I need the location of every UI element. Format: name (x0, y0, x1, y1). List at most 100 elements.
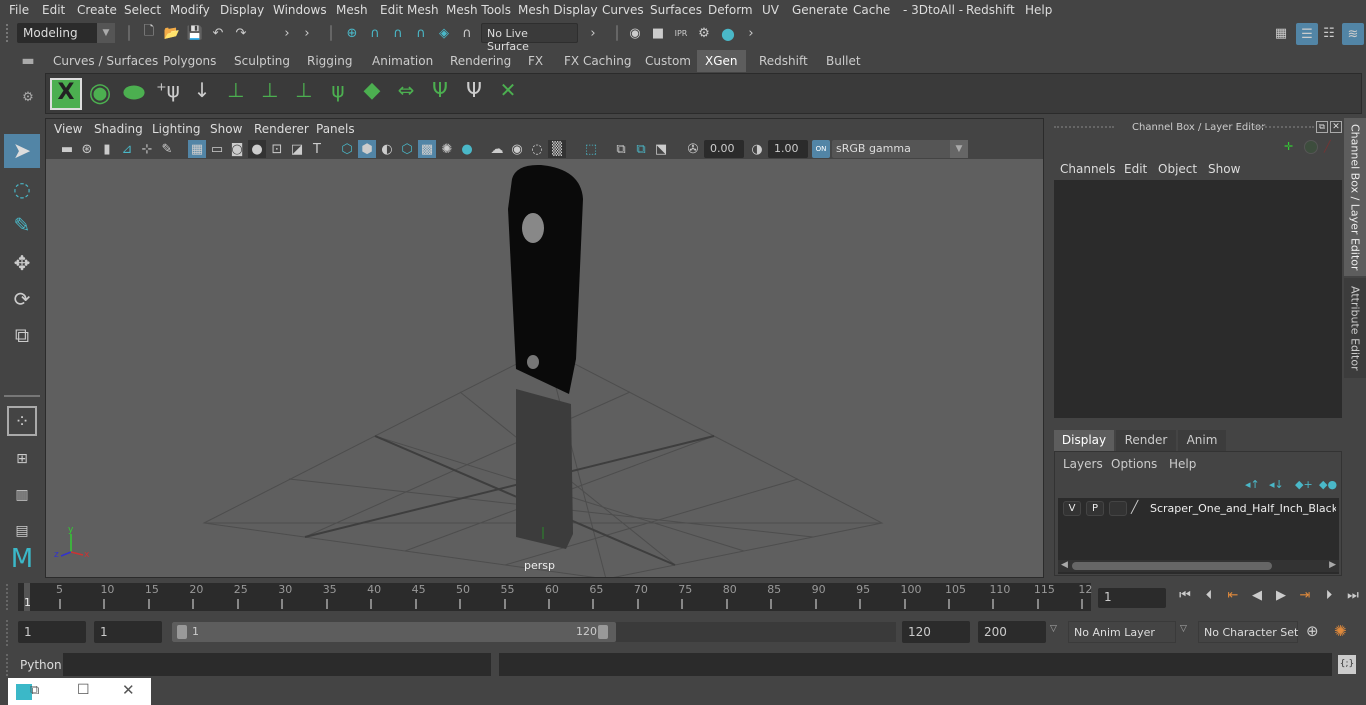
select-tool-icon[interactable]: ➤ (4, 134, 40, 168)
drag-handle[interactable] (6, 584, 9, 610)
move-layer-up-icon[interactable]: ◂↑ (1245, 478, 1260, 491)
camera-attributes-icon[interactable]: ⊛ (78, 140, 96, 158)
depth-of-field-icon[interactable]: ▒ (548, 140, 566, 158)
character-set-dropdown-arrow-icon[interactable]: ▽ (1180, 624, 1187, 634)
le-menu-layers[interactable]: Layers (1063, 457, 1103, 471)
bookmark-icon[interactable]: ▮ (98, 140, 116, 158)
character-set-dropdown[interactable]: No Character Set (1198, 621, 1298, 643)
save-scene-icon[interactable]: 💾 (186, 24, 204, 42)
scroll-right-icon[interactable]: ▶ (1329, 560, 1336, 570)
layer-tab-display[interactable]: Display (1054, 430, 1114, 451)
snap-surface-icon[interactable]: ◈ (435, 24, 453, 42)
layer-visibility-toggle[interactable]: V (1063, 501, 1081, 516)
shelf-settings-gear-icon[interactable]: ⚙ (18, 90, 38, 106)
close-panel-icon[interactable]: ✕ (1330, 121, 1342, 133)
animation-start-field[interactable]: 1 (18, 621, 86, 643)
menu-cache[interactable]: Cache (853, 3, 890, 17)
xgen-add-guide-icon[interactable]: ⁺ψ (152, 78, 184, 110)
render-frame-icon[interactable]: ■ (649, 24, 667, 42)
play-backwards-icon[interactable]: ◀ (1246, 588, 1268, 608)
move-layer-down-icon[interactable]: ◂↓ (1269, 478, 1284, 491)
shelf-tab-rendering[interactable]: Rendering (442, 50, 519, 72)
four-view-layout-icon[interactable]: ⊞ (4, 442, 40, 476)
use-all-lights-icon[interactable]: ✺ (438, 140, 456, 158)
screen-space-ao-icon[interactable]: ☁ (488, 140, 506, 158)
safe-title-icon[interactable]: T (308, 140, 326, 158)
xgen-bound-icon[interactable]: Ψ (458, 78, 490, 110)
use-default-material-icon[interactable]: ◐ (378, 140, 396, 158)
anim-layer-dropdown-arrow-icon[interactable]: ▽ (1050, 624, 1057, 634)
gamma-field[interactable]: 1.00 (768, 140, 808, 158)
hyper-icon[interactable]: ╱ (1324, 140, 1338, 154)
channel-box-toggle-icon[interactable]: ≋ (1342, 23, 1364, 45)
tool-settings-icon[interactable]: ☷ (1320, 24, 1338, 42)
xgen-hide-preview-icon[interactable]: ⬬ (118, 78, 150, 110)
cb-menu-edit[interactable]: Edit (1124, 162, 1147, 176)
go-to-end-icon[interactable]: ⏭ (1342, 588, 1364, 608)
menu-help[interactable]: Help (1025, 3, 1052, 17)
menu-mesh-display[interactable]: Mesh Display (518, 3, 598, 17)
play-forwards-icon[interactable]: ▶ (1270, 588, 1292, 608)
cb-menu-show[interactable]: Show (1208, 162, 1240, 176)
layer-tab-anim[interactable]: Anim (1178, 430, 1226, 451)
le-menu-options[interactable]: Options (1111, 457, 1157, 471)
vp-menu-show[interactable]: Show (210, 122, 242, 136)
float-panel-icon[interactable]: ⧉ (1316, 121, 1328, 133)
step-forward-frame-icon[interactable]: ⏵ (1318, 588, 1340, 608)
grid-icon[interactable]: ▦ (188, 140, 206, 158)
2d-pan-zoom-icon[interactable]: ⊹ (138, 140, 156, 158)
animation-preferences-icon[interactable]: ✺ (1334, 622, 1354, 642)
textured-icon[interactable]: ▩ (418, 140, 436, 158)
film-gate-icon[interactable]: ▭ (208, 140, 226, 158)
snap-curve-icon[interactable]: ∩ (366, 24, 384, 42)
layer-name[interactable]: Scraper_One_and_Half_Inch_Black_Ha (1150, 502, 1336, 515)
color-management-toggle[interactable]: ON (812, 140, 830, 158)
exposure-field[interactable]: 0.00 (704, 140, 744, 158)
menu-uv[interactable]: UV (762, 3, 779, 17)
lasso-select-icon[interactable]: ◌ (4, 172, 40, 206)
speed-icon[interactable] (1304, 140, 1318, 154)
shelf-tab-redshift[interactable]: Redshift (751, 50, 816, 72)
collapse-arrow-icon[interactable]: › (278, 24, 296, 42)
xgen-place-guide-icon[interactable]: ↓ (186, 78, 218, 110)
menu-deform[interactable]: Deform (708, 3, 753, 17)
xgen-flip-guides-icon[interactable]: ⇔ (390, 78, 422, 110)
collapse-arrow-icon[interactable]: › (742, 24, 760, 42)
xgen-delete-guides-icon[interactable]: ✕ (492, 78, 524, 110)
shelf-menu-icon[interactable]: ▬ (18, 54, 38, 68)
layer-row[interactable]: V P ╱ Scraper_One_and_Half_Inch_Black_Ha (1058, 500, 1339, 518)
shelf-tab-curves-surfaces[interactable]: Curves / Surfaces (45, 50, 166, 72)
menu-select[interactable]: Select (124, 3, 161, 17)
layer-color-swatch-icon[interactable]: ╱ (1131, 500, 1145, 517)
ipr-render-icon[interactable]: IPR (672, 24, 690, 42)
menu-modify[interactable]: Modify (170, 3, 210, 17)
step-forward-key-icon[interactable]: ⇥ (1294, 588, 1316, 608)
xgen-editor-icon[interactable]: X (50, 78, 82, 110)
menu-generate[interactable]: Generate (792, 3, 848, 17)
range-slider[interactable]: 1 120 (172, 622, 616, 642)
render-view-icon[interactable]: ◉ (626, 24, 644, 42)
xgen-show-guides-icon[interactable]: ⊥ (254, 78, 286, 110)
shelf-tab-rigging[interactable]: Rigging (299, 50, 360, 72)
xgen-guides-icon[interactable]: ψ (322, 78, 354, 110)
vp-menu-panels[interactable]: Panels (316, 122, 355, 136)
single-perspective-layout-icon[interactable]: ⁘ (7, 406, 37, 436)
menu-surfaces[interactable]: Surfaces (650, 3, 702, 17)
drag-handle[interactable] (6, 24, 9, 42)
auto-key-icon[interactable]: ⊕ (1306, 622, 1326, 642)
anim-layer-dropdown[interactable]: No Anim Layer (1068, 621, 1176, 643)
collapse-arrow-icon[interactable]: › (584, 24, 602, 42)
time-slider[interactable]: 1 5 10 15 20 25 30 35 40 45 50 55 60 65 70 75 80 85 90 95 1… (18, 583, 1092, 611)
shelf-tab-fx-caching[interactable]: FX Caching (556, 50, 639, 72)
new-layer-from-selected-icon[interactable]: ◆● (1319, 478, 1337, 491)
hypershade-icon[interactable]: ● (719, 24, 737, 43)
xray-icon[interactable]: ⧉ (612, 140, 630, 158)
xgen-density-icon[interactable]: ◆ (356, 78, 388, 110)
smooth-shade-icon[interactable]: ⬢ (358, 140, 376, 158)
script-editor-icon[interactable]: {;} (1338, 655, 1356, 674)
shelf-tab-custom[interactable]: Custom (637, 50, 699, 72)
drag-handle[interactable] (1054, 126, 1114, 128)
menu-display[interactable]: Display (220, 3, 264, 17)
xgen-preview-eye-icon[interactable]: ◉ (84, 78, 116, 110)
grease-pencil-icon[interactable]: ✎ (158, 140, 176, 158)
